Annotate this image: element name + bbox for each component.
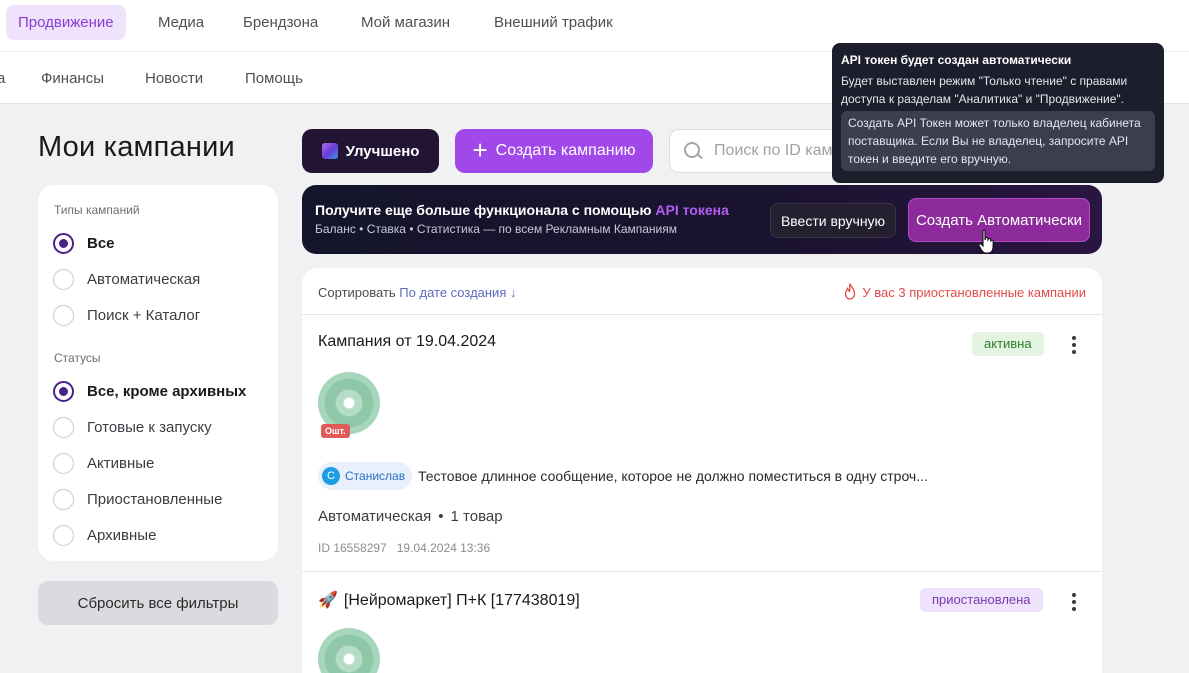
avatar: С bbox=[322, 467, 340, 485]
hand-cursor-icon bbox=[978, 229, 994, 254]
tooltip-note: Создать API Токен может только владелец … bbox=[841, 111, 1155, 171]
api-token-tooltip: API токен будет создан автоматически Буд… bbox=[832, 43, 1164, 183]
banner-title: Получите еще больше функционала с помощь… bbox=[315, 202, 729, 218]
radio-icon[interactable] bbox=[53, 268, 74, 290]
reset-filters-button[interactable]: Сбросить все фильтры bbox=[38, 581, 278, 625]
status-badge: приостановлена bbox=[920, 588, 1043, 612]
separator-dot: • bbox=[438, 508, 444, 525]
nav-item-my-shop[interactable]: Мой магазин bbox=[349, 5, 462, 40]
filter-status-all-but-archived[interactable]: Все, кроме архивных bbox=[53, 380, 246, 402]
filter-status-label: Архивные bbox=[87, 526, 157, 544]
campaign-name: [Нейромаркет] П+К [177438019] bbox=[343, 592, 580, 609]
nav-item-promotion[interactable]: Продвижение bbox=[6, 5, 126, 40]
scrunchie-image bbox=[318, 628, 380, 673]
campaign-list: Сортировать По дате создания ↓ У вас 3 п… bbox=[302, 268, 1102, 673]
filter-status-active[interactable]: Активные bbox=[53, 452, 154, 474]
filter-status-label: Приостановленные bbox=[87, 490, 223, 508]
campaign-name[interactable]: Кампания от 19.04.2024 bbox=[318, 333, 496, 351]
nav-item-brandzone[interactable]: Брендзона bbox=[231, 5, 330, 40]
campaign-message: Тестовое длинное сообщение, которое не д… bbox=[418, 468, 928, 484]
more-options-icon[interactable] bbox=[1072, 593, 1076, 611]
filter-status-paused[interactable]: Приостановленные bbox=[53, 488, 222, 510]
out-of-stock-badge: Ошт. bbox=[321, 424, 350, 438]
campaign-items: 1 товар bbox=[450, 508, 503, 525]
enter-manually-button[interactable]: Ввести вручную bbox=[770, 203, 896, 238]
author-chip: С Станислав bbox=[318, 462, 413, 490]
sort-value[interactable]: По дате создания ↓ bbox=[399, 285, 516, 300]
subnav-item-finance[interactable]: Финансы bbox=[41, 70, 104, 87]
radio-icon[interactable] bbox=[53, 416, 74, 438]
tooltip-title: API токен будет создан автоматически bbox=[841, 53, 1072, 67]
subnav-item-news[interactable]: Новости bbox=[145, 70, 203, 87]
search-icon bbox=[683, 141, 703, 161]
sort-label: Сортировать bbox=[318, 285, 396, 300]
improved-label: Улучшено bbox=[345, 142, 420, 160]
banner-subtitle: Баланс • Ставка • Статистика — по всем Р… bbox=[315, 222, 678, 236]
nav-item-external-traffic[interactable]: Внешний трафик bbox=[482, 5, 625, 40]
filter-status-label: Готовые к запуску bbox=[87, 418, 212, 436]
create-campaign-button[interactable]: + Создать кампанию bbox=[455, 129, 653, 173]
radio-checked-icon[interactable] bbox=[53, 380, 74, 402]
filter-status-archived[interactable]: Архивные bbox=[53, 524, 156, 546]
campaign-types-title: Типы кампаний bbox=[54, 203, 140, 217]
product-thumbnail bbox=[318, 628, 380, 673]
filter-type-all[interactable]: Все bbox=[53, 232, 115, 254]
author-name: Станислав bbox=[345, 469, 406, 483]
tooltip-text: Будет выставлен режим "Только чтение" с … bbox=[841, 74, 1128, 106]
statuses-title: Статусы bbox=[54, 351, 101, 365]
filter-status-label: Все, кроме архивных bbox=[87, 382, 247, 400]
campaign-type: Автоматическая bbox=[318, 508, 432, 525]
campaign-row[interactable]: 🚀 [Нейромаркет] П+К [177438019] приостано… bbox=[302, 572, 1102, 673]
campaign-meta: Автоматическая • 1 товар bbox=[318, 508, 503, 525]
filter-type-label: Все bbox=[87, 234, 115, 252]
improved-button[interactable]: Улучшено bbox=[302, 129, 439, 173]
filter-type-label: Поиск + Каталог bbox=[87, 306, 201, 324]
banner-title-text: Получите еще больше функционала с помощь… bbox=[315, 202, 656, 218]
radio-icon[interactable] bbox=[53, 488, 74, 510]
campaign-id-line: ID 16558297 19.04.2024 13:36 bbox=[318, 541, 490, 555]
campaign-date: 19.04.2024 13:36 bbox=[396, 541, 491, 555]
campaign-id: ID 16558297 bbox=[318, 541, 387, 555]
rocket-icon: 🚀 bbox=[318, 592, 338, 609]
radio-icon[interactable] bbox=[53, 304, 74, 326]
cube-icon bbox=[321, 143, 338, 159]
status-badge: активна bbox=[972, 332, 1044, 356]
paused-warning[interactable]: У вас 3 приостановленные кампании bbox=[843, 282, 1086, 300]
page-title: Мои кампании bbox=[38, 131, 235, 163]
filter-type-label: Автоматическая bbox=[87, 270, 201, 288]
filters-panel: Типы кампаний Все Автоматическая Поиск +… bbox=[38, 185, 278, 561]
plus-icon: + bbox=[472, 135, 488, 165]
paused-warning-text: У вас 3 приостановленные кампании bbox=[862, 285, 1086, 300]
radio-icon[interactable] bbox=[53, 452, 74, 474]
subnav-item-partial[interactable]: а bbox=[0, 70, 5, 87]
more-options-icon[interactable] bbox=[1072, 336, 1076, 354]
create-campaign-label: Создать кампанию bbox=[495, 142, 636, 159]
campaign-row[interactable]: Кампания от 19.04.2024 активна Ошт. С Ст… bbox=[302, 315, 1102, 571]
sort-control[interactable]: Сортировать По дате создания ↓ bbox=[318, 285, 516, 300]
campaign-name-wrap[interactable]: 🚀 [Нейромаркет] П+К [177438019] bbox=[318, 590, 580, 610]
nav-item-media[interactable]: Медиа bbox=[146, 5, 216, 40]
radio-checked-icon[interactable] bbox=[53, 232, 74, 254]
filter-type-search-catalog[interactable]: Поиск + Каталог bbox=[53, 304, 200, 326]
flame-icon bbox=[845, 282, 856, 300]
radio-icon[interactable] bbox=[53, 524, 74, 546]
filter-status-ready[interactable]: Готовые к запуску bbox=[53, 416, 212, 438]
api-token-link[interactable]: API токена bbox=[655, 202, 729, 218]
filter-status-label: Активные bbox=[87, 454, 155, 472]
sort-row: Сортировать По дате создания ↓ У вас 3 п… bbox=[302, 268, 1102, 315]
product-thumbnail: Ошт. bbox=[318, 372, 380, 438]
create-automatically-button[interactable]: Создать Автоматически bbox=[908, 198, 1090, 242]
filter-type-auto[interactable]: Автоматическая bbox=[53, 268, 200, 290]
subnav-item-help[interactable]: Помощь bbox=[245, 70, 303, 87]
